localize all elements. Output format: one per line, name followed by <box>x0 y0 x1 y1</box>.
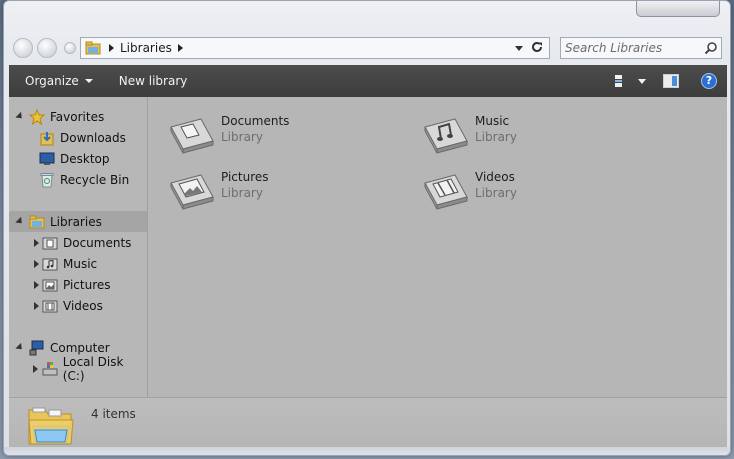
nav-computer-label: Computer <box>50 340 110 355</box>
expand-arrow-icon[interactable] <box>31 301 41 310</box>
nav-item-label: Downloads <box>60 130 126 145</box>
search-box[interactable] <box>560 37 722 59</box>
organize-button[interactable]: Organize <box>9 65 103 97</box>
downloads-icon <box>39 130 55 146</box>
videos-library-icon <box>42 298 58 314</box>
expand-arrow-icon[interactable] <box>31 280 41 289</box>
view-options-dropdown[interactable] <box>633 65 651 97</box>
preview-pane-icon <box>663 74 679 88</box>
library-tile-videos[interactable]: Videos Library <box>421 169 621 213</box>
videos-library-icon <box>424 174 468 210</box>
refresh-icon[interactable] <box>529 40 545 56</box>
change-view-button[interactable] <box>605 65 633 97</box>
expand-arrow-icon[interactable] <box>15 216 25 227</box>
help-icon: ? <box>701 73 717 89</box>
library-name: Videos <box>475 170 515 184</box>
nav-item-label: Pictures <box>63 277 111 292</box>
nav-item-music[interactable]: Music <box>9 253 147 274</box>
nav-libraries[interactable]: Libraries <box>9 211 147 232</box>
libraries-address-icon <box>85 40 101 56</box>
nav-favorites-label: Favorites <box>50 109 105 124</box>
nav-item-videos[interactable]: Videos <box>9 295 147 316</box>
back-button[interactable] <box>13 38 33 58</box>
library-name: Documents <box>221 114 290 128</box>
libraries-icon <box>29 214 45 230</box>
expand-arrow-icon[interactable] <box>31 364 41 373</box>
library-type: Library <box>221 130 263 144</box>
address-history-dropdown-icon[interactable] <box>515 46 523 51</box>
expand-arrow-icon[interactable] <box>31 259 41 268</box>
recent-pages-button[interactable] <box>64 42 76 54</box>
pictures-library-icon <box>42 277 58 293</box>
local-disk-icon <box>42 361 58 377</box>
navigation-pane[interactable]: Favorites Downloads Desktop Recycle Bin <box>9 97 148 397</box>
view-icon <box>615 75 622 87</box>
expand-arrow-icon[interactable] <box>15 342 25 353</box>
library-tile-music[interactable]: Music Library <box>421 113 621 157</box>
preview-pane-button[interactable] <box>651 65 691 97</box>
search-input[interactable] <box>565 41 699 55</box>
breadcrumb-chevron-icon[interactable] <box>177 44 183 52</box>
help-button[interactable]: ? <box>691 65 727 97</box>
library-name: Pictures <box>221 170 269 184</box>
favorites-star-icon <box>29 108 45 125</box>
window-close-button[interactable] <box>636 1 720 17</box>
nav-item-label: Videos <box>63 298 103 313</box>
nav-item-recycle-bin[interactable]: Recycle Bin <box>9 169 147 190</box>
expand-arrow-icon[interactable] <box>31 238 41 247</box>
recycle-bin-icon <box>39 172 55 188</box>
nav-libraries-label: Libraries <box>50 214 102 229</box>
nav-item-pictures[interactable]: Pictures <box>9 274 147 295</box>
library-tile-pictures[interactable]: Pictures Library <box>167 169 367 213</box>
nav-item-desktop[interactable]: Desktop <box>9 148 147 169</box>
pictures-library-icon <box>170 174 214 210</box>
chevron-down-icon <box>84 79 93 83</box>
nav-item-label: Recycle Bin <box>60 172 130 187</box>
libraries-folder-icon <box>28 407 74 445</box>
nav-item-documents[interactable]: Documents <box>9 232 147 253</box>
nav-favorites[interactable]: Favorites <box>9 106 147 127</box>
chevron-down-icon <box>638 78 646 84</box>
command-bar: Organize New library ? <box>9 65 727 97</box>
nav-item-label: Music <box>63 256 98 271</box>
item-count: 4 items <box>91 407 136 421</box>
breadcrumb-separator-icon[interactable] <box>109 44 114 52</box>
nav-item-local-disk[interactable]: Local Disk (C:) <box>9 355 147 383</box>
documents-library-icon <box>170 118 214 154</box>
forward-button[interactable] <box>37 38 57 58</box>
desktop-icon <box>39 151 55 167</box>
address-bar[interactable]: Libraries <box>80 37 550 59</box>
expand-arrow-icon[interactable] <box>15 111 25 122</box>
library-type: Library <box>475 130 517 144</box>
library-type: Library <box>475 186 517 200</box>
content-pane[interactable]: Documents Library Music Library Pictures… <box>149 97 727 397</box>
search-icon[interactable] <box>704 41 718 55</box>
window-bottom-frame <box>4 447 730 455</box>
documents-library-icon <box>42 235 58 251</box>
music-library-icon <box>424 118 468 154</box>
nav-item-label: Local Disk (C:) <box>62 354 124 383</box>
organize-label: Organize <box>25 74 79 88</box>
library-tile-documents[interactable]: Documents Library <box>167 113 367 157</box>
nav-item-downloads[interactable]: Downloads <box>9 127 147 148</box>
details-pane: 4 items <box>9 397 727 449</box>
address-row: Libraries <box>4 33 730 61</box>
nav-item-label: Documents <box>63 235 132 250</box>
computer-icon <box>29 340 45 356</box>
library-name: Music <box>475 114 510 128</box>
new-library-button[interactable]: New library <box>103 65 198 97</box>
nav-item-label: Desktop <box>60 151 110 166</box>
breadcrumb-libraries[interactable]: Libraries <box>120 38 176 58</box>
library-type: Library <box>221 186 263 200</box>
main-area: Favorites Downloads Desktop Recycle Bin <box>9 97 727 397</box>
music-library-icon <box>42 256 58 272</box>
explorer-window: Libraries Organize New library <box>3 0 731 456</box>
